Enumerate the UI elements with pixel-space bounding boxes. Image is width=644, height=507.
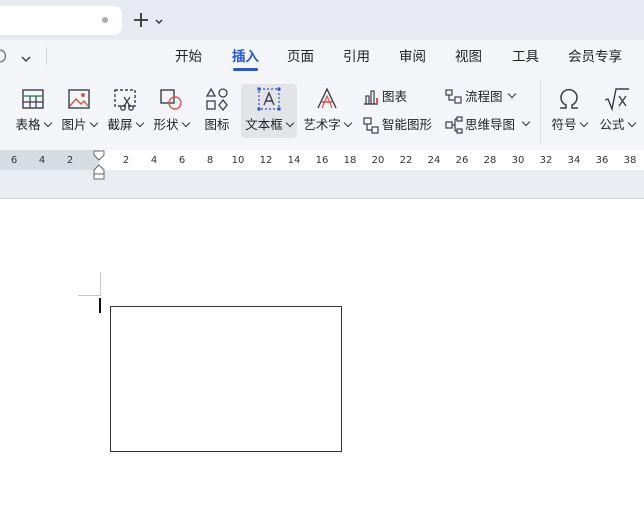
symbol-button[interactable]: 符号 [548, 82, 590, 142]
picture-label: 图片 [61, 117, 87, 132]
table-icon [22, 89, 44, 109]
scissors-icon [114, 89, 136, 111]
icon-library-button[interactable]: 图标 [198, 82, 236, 142]
margin-corner-mark [78, 295, 100, 296]
smartart-button[interactable]: 智能图形 [362, 114, 436, 136]
textbox-button[interactable]: 文本框 [241, 82, 297, 142]
ruler-tick: 32 [539, 155, 553, 166]
menu-bar [0, 40, 644, 74]
formula-button[interactable]: 公式 [595, 82, 639, 142]
chevron-down-icon [579, 118, 588, 128]
chevron-down-icon [181, 118, 190, 128]
menu-home[interactable]: 开始 [175, 47, 202, 67]
chevron-down-icon [43, 118, 52, 128]
shape-button[interactable]: 形状 [150, 82, 192, 142]
chevron-down-icon [627, 118, 636, 128]
plus-icon [134, 13, 148, 27]
ribbon-separator [540, 80, 541, 144]
chart-label: 图表 [382, 89, 408, 104]
wordart-label: 艺术字 [303, 117, 341, 132]
menu-review[interactable]: 审阅 [399, 47, 426, 67]
smartart-label: 智能图形 [382, 117, 433, 132]
chevron-down-icon [21, 56, 31, 63]
icons-icon [205, 87, 228, 112]
ruler-tick: 38 [623, 155, 637, 166]
textbox-label: 文本框 [245, 117, 283, 132]
ruler-tick: 6 [10, 155, 18, 166]
mindmap-button[interactable]: 思维导图 [445, 114, 531, 136]
text-cursor [99, 298, 101, 313]
redo-icon [0, 49, 7, 63]
ruler-tick: 22 [399, 155, 413, 166]
ruler-tick: 4 [38, 155, 46, 166]
picture-icon [68, 89, 90, 109]
ruler-tick: 14 [287, 155, 301, 166]
mindmap-icon [445, 116, 463, 134]
ruler-tick: 4 [150, 155, 158, 166]
chevron-down-icon [155, 19, 163, 24]
mindmap-label: 思维导图 [465, 117, 516, 132]
redo-button[interactable] [0, 48, 7, 64]
chart-icon [364, 90, 378, 105]
menu-member[interactable]: 会员专享 [568, 47, 622, 67]
quick-access-dropdown[interactable] [20, 50, 32, 63]
ruler-tick: 6 [178, 155, 186, 166]
menu-page[interactable]: 页面 [287, 47, 314, 67]
new-tab-dropdown[interactable] [154, 13, 164, 25]
ruler-tick: 36 [595, 155, 609, 166]
ruler-tick: 30 [511, 155, 525, 166]
menu-insert[interactable]: 插入 [232, 47, 259, 67]
menu-separator [46, 47, 47, 65]
chevron-down-icon [285, 118, 294, 128]
symbol-label: 符号 [551, 117, 577, 132]
formula-label: 公式 [599, 117, 625, 132]
chart-button[interactable]: 图表 [362, 86, 422, 108]
shape-icon [160, 89, 182, 110]
menu-references[interactable]: 引用 [343, 47, 370, 67]
close-dot-icon[interactable] [102, 17, 108, 23]
chevron-down-icon [521, 117, 531, 127]
ruler-tick: 24 [427, 155, 441, 166]
textbox-icon [257, 87, 281, 111]
flowchart-label: 流程图 [465, 89, 503, 104]
ruler-tick: 20 [371, 155, 385, 166]
ruler-tick: 2 [122, 155, 130, 166]
chevron-down-icon [343, 118, 352, 128]
ruler-tick: 12 [259, 155, 273, 166]
icon-library-label: 图标 [204, 117, 230, 132]
omega-icon [560, 88, 578, 109]
shape-label: 形状 [153, 117, 179, 132]
formula-icon [604, 88, 629, 112]
ruler-tick: 34 [567, 155, 581, 166]
flowchart-icon [445, 89, 462, 104]
indent-marker[interactable] [92, 150, 106, 180]
chevron-down-icon [89, 118, 98, 128]
ruler-tick: 28 [483, 155, 497, 166]
ruler-tick: 18 [343, 155, 357, 166]
ruler-tick: 8 [206, 155, 214, 166]
indent-handle-icon [93, 150, 105, 180]
chevron-down-icon [135, 118, 144, 128]
flowchart-button[interactable]: 流程图 [445, 86, 517, 108]
chevron-down-icon [507, 89, 517, 99]
ruler-tick: 16 [315, 155, 329, 166]
screenshot-label: 截屏 [107, 117, 133, 132]
screenshot-button[interactable]: 截屏 [104, 82, 146, 142]
new-tab-button[interactable] [131, 9, 151, 31]
ruler-tick: 10 [231, 155, 245, 166]
table-button[interactable]: 表格 [12, 82, 54, 142]
wordart-icon [317, 87, 337, 109]
margin-corner-mark [100, 272, 101, 296]
table-label: 表格 [15, 117, 41, 132]
smartart-icon [363, 117, 379, 134]
ruler-tick: 2 [66, 155, 74, 166]
text-box[interactable] [110, 306, 342, 452]
menu-tools[interactable]: 工具 [512, 47, 539, 67]
active-tab-indicator [233, 68, 258, 71]
ruler-tick: 26 [455, 155, 469, 166]
picture-button[interactable]: 图片 [59, 82, 99, 142]
menu-view[interactable]: 视图 [455, 47, 482, 67]
ruler-divider [0, 198, 644, 199]
wordart-button[interactable]: 艺术字 [302, 82, 352, 142]
